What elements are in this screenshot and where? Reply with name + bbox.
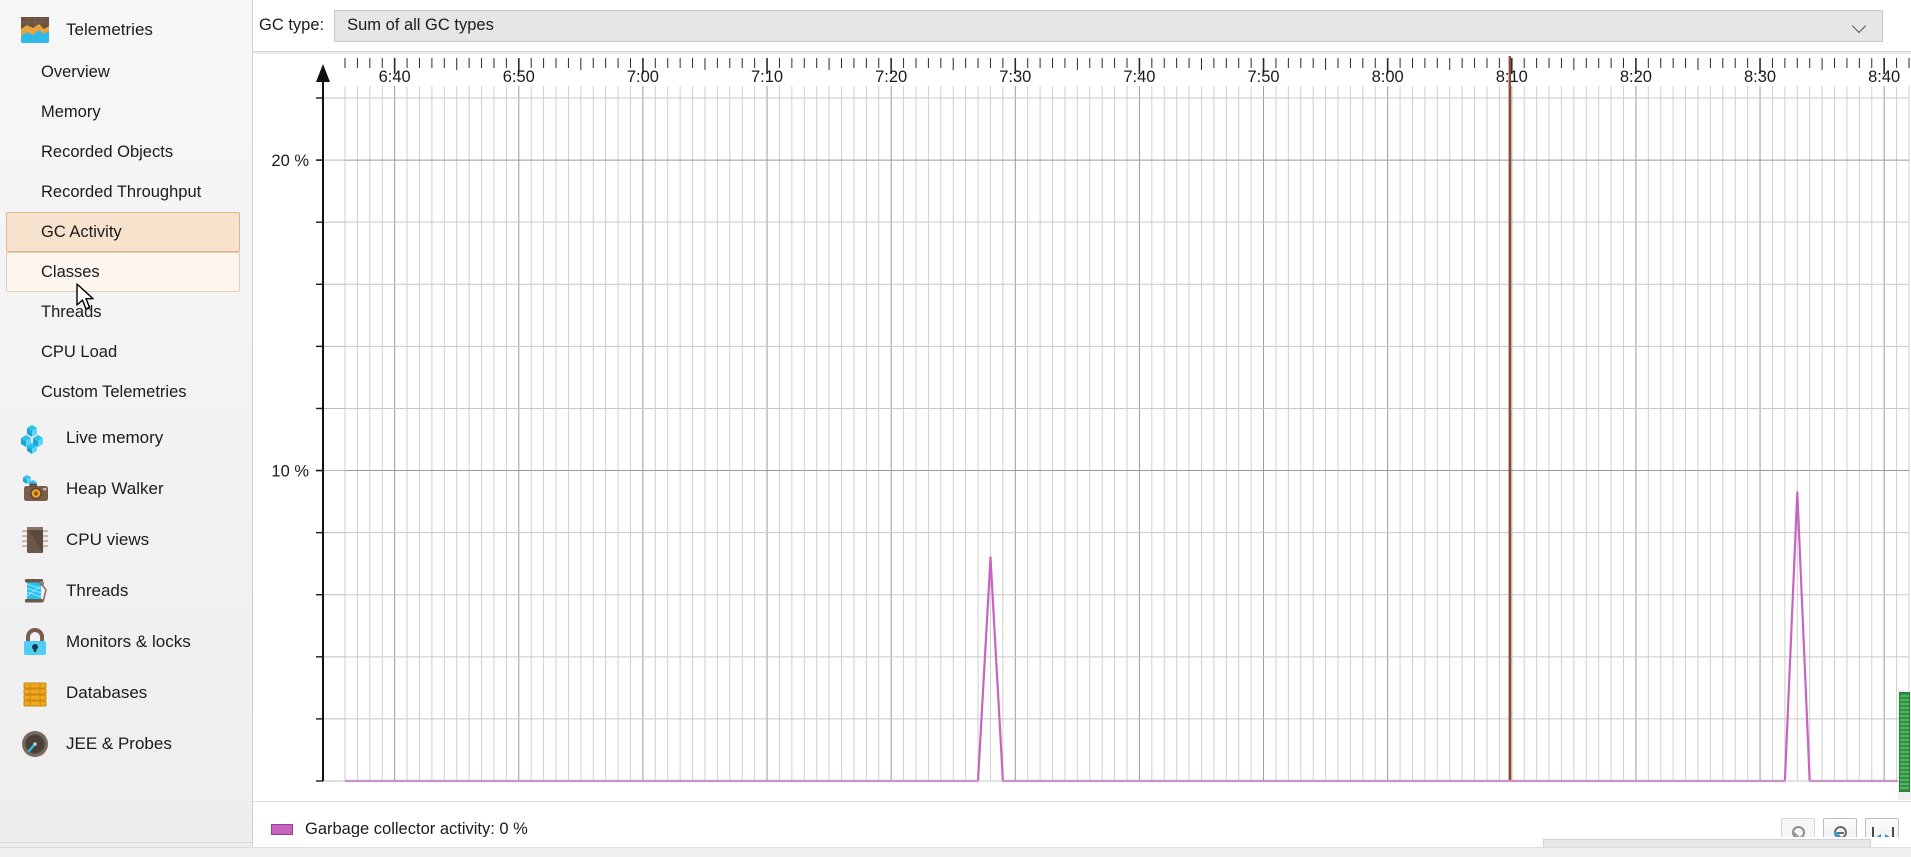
sidebar-sections: Live memory Heap Walker CPU views Threads Mo… bbox=[0, 412, 252, 769]
sidebar-section-label: Heap Walker bbox=[66, 479, 164, 499]
lock-icon bbox=[18, 625, 52, 659]
sidebar-item-label: Memory bbox=[41, 103, 101, 122]
sidebar-group-label: Telemetries bbox=[66, 20, 153, 40]
sidebar-item-recorded-objects[interactable]: Recorded Objects bbox=[6, 132, 240, 172]
sidebar-item-classes[interactable]: Classes bbox=[6, 252, 240, 292]
svg-text:20 %: 20 % bbox=[271, 152, 309, 170]
window-bottom-strip bbox=[0, 847, 1911, 857]
svg-text:8:30: 8:30 bbox=[1744, 68, 1776, 86]
sidebar-item-label: CPU Load bbox=[41, 343, 117, 362]
svg-text:7:40: 7:40 bbox=[1123, 68, 1155, 86]
legend-color-swatch bbox=[271, 824, 293, 835]
svg-text:7:50: 7:50 bbox=[1247, 68, 1279, 86]
svg-text:6:40: 6:40 bbox=[379, 68, 411, 86]
svg-text:8:00: 8:00 bbox=[1372, 68, 1404, 86]
sidebar-item-custom-telemetries[interactable]: Custom Telemetries bbox=[6, 372, 240, 412]
sidebar-section-databases[interactable]: Databases bbox=[0, 667, 252, 718]
sidebar-item-memory[interactable]: Memory bbox=[6, 92, 240, 132]
main-panel: GC type: Sum of all GC types 6:40 6:50 7:0… bbox=[253, 0, 1911, 857]
svg-text:7:20: 7:20 bbox=[875, 68, 907, 86]
sidebar-item-label: Custom Telemetries bbox=[41, 383, 187, 402]
svg-text:6:50: 6:50 bbox=[503, 68, 535, 86]
sidebar-section-jee-probes[interactable]: JEE & Probes bbox=[0, 718, 252, 769]
svg-text:7:00: 7:00 bbox=[627, 68, 659, 86]
sidebar-item-label: Recorded Throughput bbox=[41, 183, 201, 202]
sidebar-divider bbox=[0, 842, 253, 843]
sidebar-item-recorded-throughput[interactable]: Recorded Throughput bbox=[6, 172, 240, 212]
gauge-icon bbox=[18, 727, 52, 761]
sidebar-section-threads[interactable]: Threads bbox=[0, 565, 252, 616]
chip-icon bbox=[18, 523, 52, 557]
sidebar-item-label: GC Activity bbox=[41, 223, 122, 242]
sidebar-item-label: Overview bbox=[41, 63, 110, 82]
svg-text:8:40: 8:40 bbox=[1868, 68, 1900, 86]
chart-canvas: 6:40 6:50 7:00 7:10 7:20 7:30 7:40 7:50 8:00 8:10… bbox=[253, 52, 1911, 801]
sidebar-item-threads[interactable]: Threads bbox=[6, 292, 240, 332]
camera-icon bbox=[18, 472, 52, 506]
spool-icon bbox=[18, 574, 52, 608]
jprofiler-window: JProfiler Telemetries OverviewMemoryReco… bbox=[0, 0, 1911, 857]
gc-type-dropdown[interactable]: Sum of all GC types bbox=[334, 10, 1883, 42]
sidebar-item-overview[interactable]: Overview bbox=[6, 52, 240, 92]
toolbar: GC type: Sum of all GC types bbox=[253, 0, 1911, 52]
sidebar-section-label: Monitors & locks bbox=[66, 632, 191, 652]
cubes-icon bbox=[18, 421, 52, 455]
sidebar-item-label: Classes bbox=[41, 263, 100, 282]
sidebar-item-label: Threads bbox=[41, 303, 102, 322]
svg-text:7:30: 7:30 bbox=[999, 68, 1031, 86]
gc-activity-chart[interactable]: 6:40 6:50 7:00 7:10 7:20 7:30 7:40 7:50 8:00 8:10… bbox=[253, 52, 1911, 801]
vertical-scrollbar[interactable] bbox=[1898, 690, 1911, 800]
sidebar-group-telemetries[interactable]: Telemetries bbox=[0, 8, 252, 52]
gc-type-value: Sum of all GC types bbox=[347, 16, 494, 35]
svg-text:8:10: 8:10 bbox=[1496, 68, 1528, 86]
sidebar-section-heap-walker[interactable]: Heap Walker bbox=[0, 463, 252, 514]
sidebar-section-label: JEE & Probes bbox=[66, 734, 172, 754]
chevron-down-icon bbox=[1852, 21, 1868, 31]
sidebar-telemetry-items: Overview Memory Recorded Objects Recorded T… bbox=[0, 52, 252, 412]
sidebar-section-cpu-views[interactable]: CPU views bbox=[0, 514, 252, 565]
telemetries-icon bbox=[18, 13, 52, 47]
svg-text:7:10: 7:10 bbox=[751, 68, 783, 86]
sidebar-section-monitors-locks[interactable]: Monitors & locks bbox=[0, 616, 252, 667]
gc-type-label: GC type: bbox=[259, 16, 324, 35]
sidebar-section-label: CPU views bbox=[66, 530, 149, 550]
sidebar-section-label: Live memory bbox=[66, 428, 163, 448]
sidebar-item-gc-activity[interactable]: GC Activity bbox=[6, 212, 240, 252]
sidebar-item-cpu-load[interactable]: CPU Load bbox=[6, 332, 240, 372]
sidebar-section-live-memory[interactable]: Live memory bbox=[0, 412, 252, 463]
sidebar-section-label: Databases bbox=[66, 683, 147, 703]
sidebar: JProfiler Telemetries OverviewMemoryReco… bbox=[0, 0, 253, 857]
svg-text:10 %: 10 % bbox=[271, 463, 309, 481]
database-icon bbox=[18, 676, 52, 710]
sidebar-item-label: Recorded Objects bbox=[41, 143, 173, 162]
sidebar-section-label: Threads bbox=[66, 581, 128, 601]
svg-text:8:20: 8:20 bbox=[1620, 68, 1652, 86]
vertical-scrollbar-thumb[interactable] bbox=[1899, 692, 1910, 792]
